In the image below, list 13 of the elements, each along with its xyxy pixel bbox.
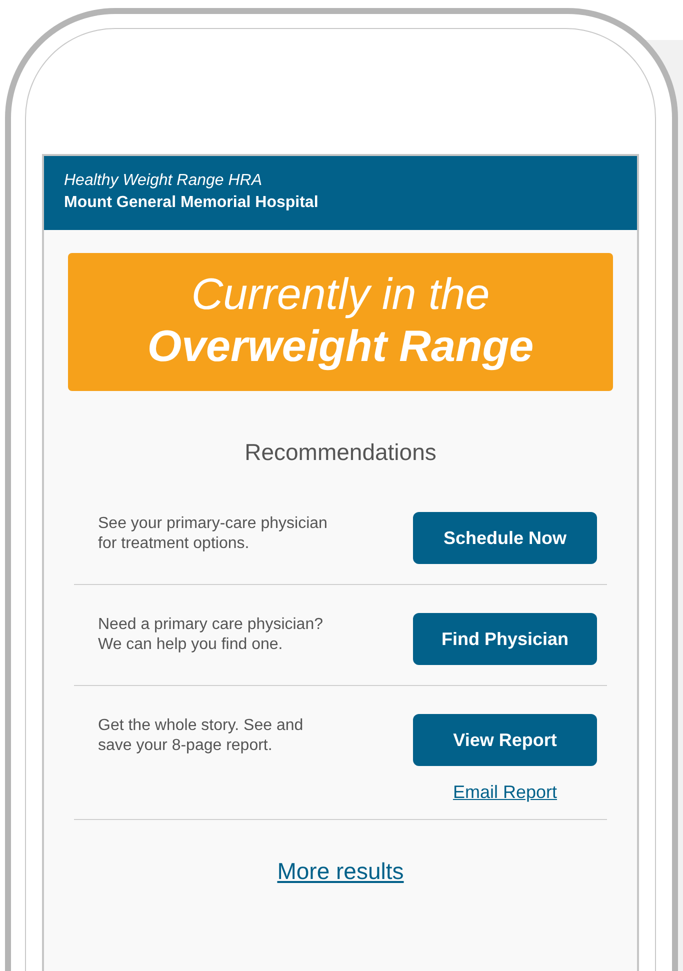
- assessment-name: Healthy Weight Range HRA: [64, 171, 264, 191]
- recommendation-text: See your primary-care physician for treatment options.: [98, 514, 328, 554]
- status-range: Overweight Range: [146, 321, 535, 373]
- action-button[interactable]: View Report: [413, 714, 597, 766]
- status-prefix: Currently in the: [190, 269, 491, 321]
- recommendation-text: Need a primary care physician? We can help you find one.: [98, 615, 324, 655]
- more-results-link[interactable]: More results: [277, 858, 404, 884]
- action-button[interactable]: Schedule Now: [413, 512, 597, 564]
- email-report-link[interactable]: Email Report: [452, 782, 558, 803]
- hospital-name: Mount General Memorial Hospital: [64, 193, 320, 213]
- action-button[interactable]: Find Physician: [413, 613, 597, 665]
- section-title: Recommendations: [244, 439, 438, 466]
- recommendation-text: Get the whole story. See and save your 8-page report.: [98, 716, 304, 756]
